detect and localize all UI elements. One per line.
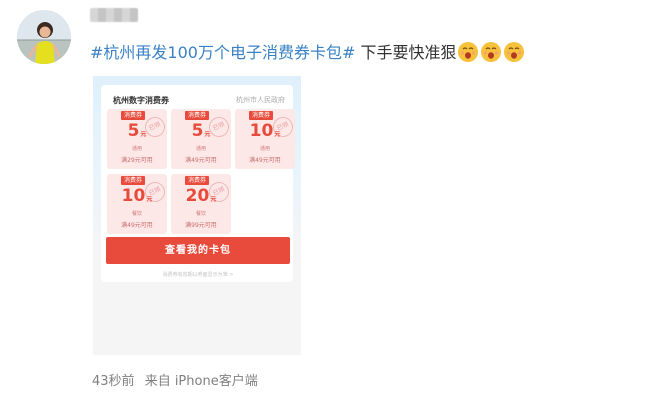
avatar[interactable] [17, 10, 71, 64]
coupon-item[interactable]: 消费券 已领 5元 通用 满29元可用 [107, 109, 167, 169]
face-with-open-mouth-emoji [504, 42, 525, 62]
coupon-condition: 满29元可用 [121, 157, 153, 164]
coupon-amount: 10元 [121, 186, 153, 206]
view-wallet-button[interactable]: 查看我的卡包 [106, 237, 290, 264]
coupon-item[interactable]: 消费券 已领 10元 通用 满49元可用 [235, 109, 295, 169]
coupon-tag: 消费券 [185, 111, 210, 120]
avatar-photo [17, 10, 71, 64]
coupon-type: 通用 [131, 146, 142, 152]
coupon-condition: 满99元可用 [185, 222, 217, 229]
coupon-type: 餐饮 [131, 211, 142, 217]
coupon-tag: 消费券 [121, 176, 146, 185]
coupon-type: 通用 [259, 146, 270, 152]
post-body-text: 下手要快准狠 [355, 43, 457, 62]
coupon-amount: 20元 [185, 186, 217, 206]
face-with-open-mouth-emoji [481, 42, 502, 62]
post-text: #杭州再发100万个电子消费券卡包# 下手要快准狠 [90, 40, 525, 66]
coupon-item[interactable]: 消费券 已领 5元 通用 满49元可用 [171, 109, 231, 169]
post-time[interactable]: 43秒前 [92, 374, 135, 389]
face-with-open-mouth-emoji [458, 42, 479, 62]
card-footnote: 消费券有效期以券面显示为准 > [162, 272, 234, 278]
coupon-type: 通用 [195, 146, 206, 152]
card-org: 杭州市人民政府 [236, 96, 285, 104]
username-obscured[interactable] [90, 8, 138, 22]
coupon-tag: 消费券 [185, 176, 210, 185]
coupon-amount: 10元 [249, 121, 281, 141]
hashtag-link[interactable]: #杭州再发100万个电子消费券卡包# [90, 43, 355, 62]
post-source[interactable]: 来自 iPhone客户端 [145, 374, 258, 389]
coupon-tag: 消费券 [249, 111, 274, 120]
coupon-condition: 满49元可用 [185, 157, 217, 164]
coupon-amount: 5元 [191, 121, 211, 141]
post-image[interactable]: 杭州数字消费券 杭州市人民政府 消费券 已领 5元 通用 满29元可用 消费券 已领 5元 通用… [93, 76, 301, 355]
coupon-amount: 5元 [127, 121, 147, 141]
card-title: 杭州数字消费券 [113, 96, 169, 105]
coupon-type: 餐饮 [195, 211, 206, 217]
coupon-condition: 满49元可用 [249, 157, 281, 164]
coupon-item[interactable]: 消费券 已领 10元 餐饮 满49元可用 [107, 174, 167, 234]
coupon-item[interactable]: 消费券 已领 20元 餐饮 满99元可用 [171, 174, 231, 234]
coupon-tag: 消费券 [121, 111, 146, 120]
coupon-condition: 满49元可用 [121, 222, 153, 229]
post-meta: 43秒前 来自 iPhone客户端 [92, 370, 264, 389]
